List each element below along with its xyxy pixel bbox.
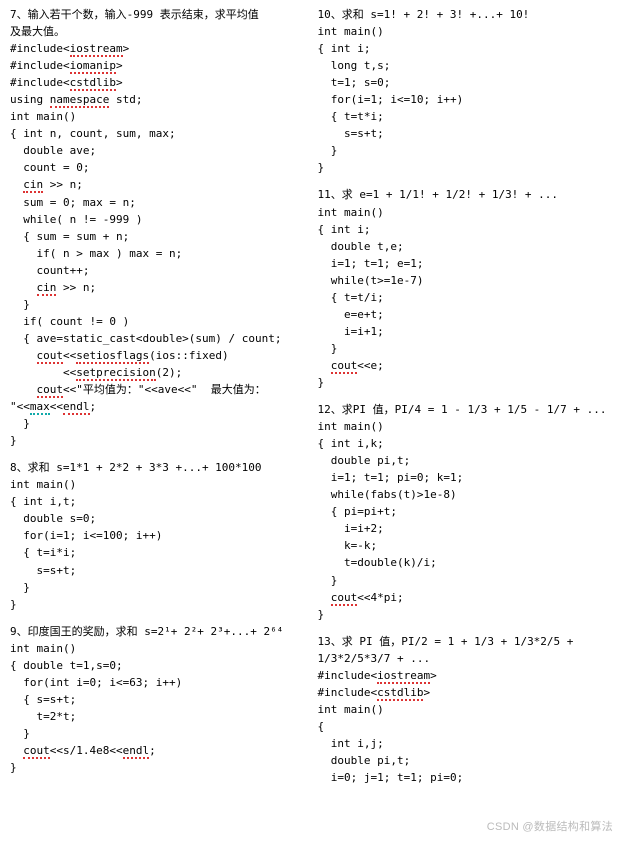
code-line: int main() — [318, 701, 612, 718]
code-line: int main() — [10, 640, 304, 657]
code-line: s=s+t; — [10, 562, 304, 579]
code-line: "<<max<<endl; — [10, 398, 304, 415]
code-line: { int i,t; — [10, 493, 304, 510]
code-line: for(i=1; i<=10; i++) — [318, 91, 612, 108]
code-line: t=1; s=0; — [318, 74, 612, 91]
p8-title: 8、求和 s=1*1 + 2*2 + 3*3 +...+ 100*100 — [10, 459, 304, 476]
code-line: if( n > max ) max = n; — [10, 245, 304, 262]
code-line: { int i,k; — [318, 435, 612, 452]
problem-9: 9、印度国王的奖励，求和 s=2¹+ 2²+ 2³+...+ 2⁶⁴ int m… — [10, 623, 304, 776]
code-line: cout<<4*pi; — [318, 589, 612, 606]
code-line: for(i=1; i<=100; i++) — [10, 527, 304, 544]
code-line: i=1; t=1; pi=0; k=1; — [318, 469, 612, 486]
p7-title-a: 7、输入若干个数，输入-999 表示结束，求平均值 — [10, 6, 304, 23]
code-line: for(int i=0; i<=63; i++) — [10, 674, 304, 691]
code-line: double s=0; — [10, 510, 304, 527]
code-line: #include<iostream> — [318, 667, 612, 684]
code-line: cout<<setiosflags(ios::fixed) — [10, 347, 304, 364]
p13-title-a: 13、求 PI 值，PI/2 = 1 + 1/3 + 1/3*2/5 + — [318, 633, 612, 650]
code-line: while(t>=1e-7) — [318, 272, 612, 289]
p10-title: 10、求和 s=1! + 2! + 3! +...+ 10! — [318, 6, 612, 23]
code-line: { double t=1,s=0; — [10, 657, 304, 674]
code-line: { int n, count, sum, max; — [10, 125, 304, 142]
code-line: int main() — [10, 476, 304, 493]
code-line: #include<iostream> — [10, 40, 304, 57]
problem-7: 7、输入若干个数，输入-999 表示结束，求平均值 及最大值。 #include… — [10, 6, 304, 449]
code-line: sum = 0; max = n; — [10, 194, 304, 211]
p12-title: 12、求PI 值，PI/4 = 1 - 1/3 + 1/5 - 1/7 + ..… — [318, 401, 612, 418]
code-line: { int i; — [318, 221, 612, 238]
code-line: cin >> n; — [10, 279, 304, 296]
code-line: } — [318, 340, 612, 357]
code-line: cin >> n; — [10, 176, 304, 193]
code-line: i=i+2; — [318, 520, 612, 537]
code-line: } — [10, 296, 304, 313]
code-line: } — [10, 596, 304, 613]
code-line: } — [318, 142, 612, 159]
p11-title: 11、求 e=1 + 1/1! + 1/2! + 1/3! + ... — [318, 186, 612, 203]
code-line: double pi,t; — [318, 452, 612, 469]
code-line: } — [318, 159, 612, 176]
code-line: } — [318, 572, 612, 589]
problem-8: 8、求和 s=1*1 + 2*2 + 3*3 +...+ 100*100 int… — [10, 459, 304, 612]
code-line: while(fabs(t)>1e-8) — [318, 486, 612, 503]
csdn-watermark: CSDN @数据结构和算法 — [487, 819, 613, 836]
code-line: int main() — [318, 23, 612, 40]
p7-title-b: 及最大值。 — [10, 23, 304, 40]
code-line: i=i+1; — [318, 323, 612, 340]
code-line: double pi,t; — [318, 752, 612, 769]
code-line: double t,e; — [318, 238, 612, 255]
code-line: } — [318, 606, 612, 623]
code-line: count++; — [10, 262, 304, 279]
code-line: t=2*t; — [10, 708, 304, 725]
code-line: long t,s; — [318, 57, 612, 74]
problem-10: 10、求和 s=1! + 2! + 3! +...+ 10! int main(… — [318, 6, 612, 176]
code-line: cout<<e; — [318, 357, 612, 374]
code-line: cout<<"平均值为："<<ave<<" 最大值为： — [10, 381, 304, 398]
p9-title: 9、印度国王的奖励，求和 s=2¹+ 2²+ 2³+...+ 2⁶⁴ — [10, 623, 304, 640]
code-line: k=-k; — [318, 537, 612, 554]
code-line: #include<cstdlib> — [10, 74, 304, 91]
code-line: } — [10, 759, 304, 776]
code-line: t=double(k)/i; — [318, 554, 612, 571]
code-line: { pi=pi+t; — [318, 503, 612, 520]
code-line: { ave=static_cast<double>(sum) / count; — [10, 330, 304, 347]
code-line: } — [10, 725, 304, 742]
code-line: i=0; j=1; t=1; pi=0; — [318, 769, 612, 786]
code-line: } — [10, 579, 304, 596]
code-line: int main() — [318, 418, 612, 435]
left-column: 7、输入若干个数，输入-999 表示结束，求平均值 及最大值。 #include… — [10, 6, 304, 796]
code-line: { int i; — [318, 40, 612, 57]
code-line: <<setprecision(2); — [10, 364, 304, 381]
code-line: cout<<s/1.4e8<<endl; — [10, 742, 304, 759]
code-line: i=1; t=1; e=1; — [318, 255, 612, 272]
code-line: #include<iomanip> — [10, 57, 304, 74]
code-line: } — [318, 374, 612, 391]
document-body: 7、输入若干个数，输入-999 表示结束，求平均值 及最大值。 #include… — [0, 0, 621, 796]
code-line: } — [10, 415, 304, 432]
code-line: count = 0; — [10, 159, 304, 176]
problem-12: 12、求PI 值，PI/4 = 1 - 1/3 + 1/5 - 1/7 + ..… — [318, 401, 612, 623]
code-line: { sum = sum + n; — [10, 228, 304, 245]
code-line: { t=t*i; — [318, 108, 612, 125]
code-line: while( n != -999 ) — [10, 211, 304, 228]
problem-11: 11、求 e=1 + 1/1! + 1/2! + 1/3! + ... int … — [318, 186, 612, 391]
code-line: int i,j; — [318, 735, 612, 752]
p13-title-b: 1/3*2/5*3/7 + ... — [318, 650, 612, 667]
code-line: { s=s+t; — [10, 691, 304, 708]
code-line: using namespace std; — [10, 91, 304, 108]
code-line: e=e+t; — [318, 306, 612, 323]
code-line: { t=i*i; — [10, 544, 304, 561]
right-column: 10、求和 s=1! + 2! + 3! +...+ 10! int main(… — [318, 6, 612, 796]
code-line: int main() — [318, 204, 612, 221]
code-line: double ave; — [10, 142, 304, 159]
code-line: #include<cstdlib> — [318, 684, 612, 701]
code-line: } — [10, 432, 304, 449]
code-line: { — [318, 718, 612, 735]
code-line: if( count != 0 ) — [10, 313, 304, 330]
code-line: s=s+t; — [318, 125, 612, 142]
code-line: int main() — [10, 108, 304, 125]
problem-13: 13、求 PI 值，PI/2 = 1 + 1/3 + 1/3*2/5 + 1/3… — [318, 633, 612, 786]
code-line: { t=t/i; — [318, 289, 612, 306]
